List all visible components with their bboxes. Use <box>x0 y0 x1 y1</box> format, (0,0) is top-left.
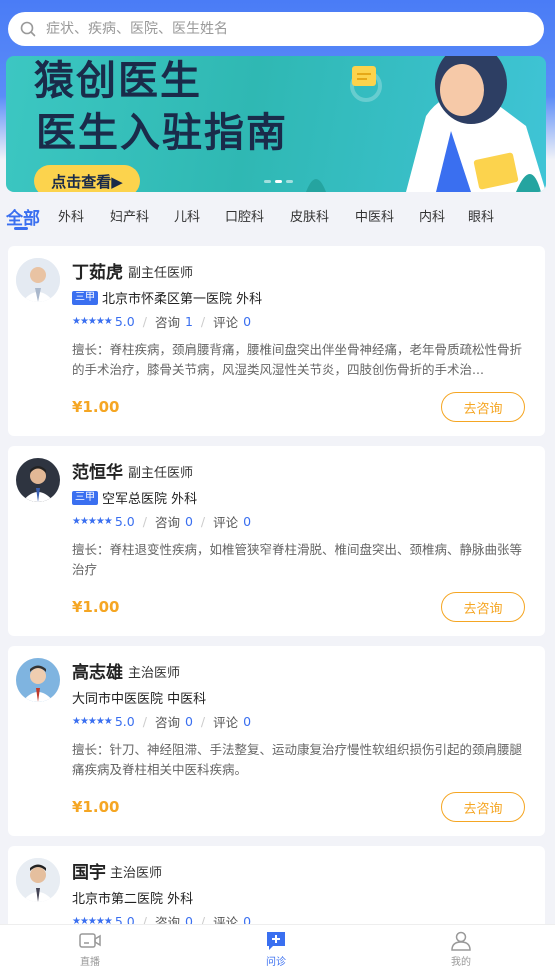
consult-button[interactable]: 去咨询 <box>441 392 525 422</box>
doctor-avatar <box>16 258 60 302</box>
search-input[interactable] <box>46 21 526 37</box>
doctor-avatar <box>16 458 60 502</box>
doctor-card[interactable]: 丁茹虎 副主任医师 三甲 北京市怀柔区第一医院 外科 ★★★★★ 5.0 / 咨… <box>8 246 545 436</box>
promo-banner[interactable]: 猿创医生 医生入驻指南 点击查看▶ <box>6 56 546 192</box>
hospital-line: 三甲 北京市怀柔区第一医院 外科 <box>72 288 262 307</box>
department-tabs: 全部 外科 妇产科 儿科 口腔科 皮肤科 中医科 内科 眼科 <box>0 200 555 236</box>
doctor-title: 副主任医师 <box>128 266 194 281</box>
tab-all[interactable]: 全部 <box>6 204 40 229</box>
review-count: 0 <box>243 714 252 729</box>
live-icon <box>79 933 101 948</box>
consult-label: 咨询 <box>154 715 180 730</box>
consult-button[interactable]: 去咨询 <box>441 592 525 622</box>
grade-badge: 三甲 <box>72 490 98 505</box>
star-rating-icon: ★★★★★ <box>72 716 113 727</box>
stats-line: ★★★★★ 5.0 / 咨询 1 / 评论 0 <box>72 314 252 330</box>
doctor-specialty: 擅长：针刀、神经阻滞、手法整复、运动康复治疗慢性软组织损伤引起的颈肩腰腿痛疾病及… <box>72 742 523 777</box>
tabbar-consult[interactable]: 问诊 <box>246 931 306 968</box>
tabbar-live-label: 直播 <box>80 957 100 968</box>
doctor-specialty: 擅长：脊柱疾病，颈肩腰背痛，腰椎间盘突出伴坐骨神经痛，老年骨质疏松性骨折的手术治… <box>72 342 523 377</box>
star-rating-icon: ★★★★★ <box>72 516 113 527</box>
banner-title-line1: 猿创医生 <box>34 58 202 104</box>
star-rating-icon: ★★★★★ <box>72 316 113 327</box>
tab-surgery[interactable]: 外科 <box>58 206 84 225</box>
rating-value: 5.0 <box>114 314 135 329</box>
stats-line: ★★★★★ 5.0 / 咨询 0 / 评论 0 <box>72 514 252 530</box>
doctor-card[interactable]: 范恒华 副主任医师 三甲 空军总医院 外科 ★★★★★ 5.0 / 咨询 0 /… <box>8 446 545 636</box>
search-icon <box>20 21 36 37</box>
review-label: 评论 <box>213 515 239 530</box>
consult-price: ¥1.00 <box>72 798 120 816</box>
hospital-line: 三甲 空军总医院 外科 <box>72 488 197 507</box>
department-name: 中医科 <box>167 692 207 707</box>
consult-label: 咨询 <box>154 515 180 530</box>
doctor-card[interactable]: 高志雄 主治医师 大同市中医医院 中医科 ★★★★★ 5.0 / 咨询 0 / … <box>8 646 545 836</box>
department-name: 外科 <box>167 892 194 907</box>
hospital-line: 北京市第二医院 外科 <box>72 888 193 907</box>
consult-count: 0 <box>184 514 193 529</box>
review-count: 0 <box>243 314 252 329</box>
tab-internal[interactable]: 内科 <box>419 206 445 225</box>
hospital-name: 北京市第二医院 <box>72 892 164 907</box>
doctor-avatar <box>16 858 60 902</box>
rating-value: 5.0 <box>114 714 135 729</box>
tabbar-profile[interactable]: 我的 <box>431 931 491 968</box>
doctor-specialty: 擅长：脊柱退变性疾病，如椎管狭窄脊柱滑脱、椎间盘突出、颈椎病、静脉曲张等治疗 <box>72 542 523 577</box>
department-name: 外科 <box>171 492 198 507</box>
active-tab-indicator <box>14 227 28 230</box>
tab-dermatology[interactable]: 皮肤科 <box>290 206 329 225</box>
doctor-name: 高志雄 <box>72 663 123 683</box>
profile-icon <box>451 931 471 951</box>
stats-line: ★★★★★ 5.0 / 咨询 0 / 评论 0 <box>72 714 252 730</box>
consult-label: 咨询 <box>154 315 180 330</box>
banner-pagination <box>264 180 293 183</box>
tab-ophthalmology[interactable]: 眼科 <box>468 206 494 225</box>
review-label: 评论 <box>213 315 239 330</box>
review-label: 评论 <box>213 715 239 730</box>
banner-cta-button[interactable]: 点击查看▶ <box>34 165 140 192</box>
consult-price: ¥1.00 <box>72 598 120 616</box>
doctor-name: 丁茹虎 <box>72 263 123 283</box>
banner-title-line2: 医生入驻指南 <box>36 110 288 156</box>
search-bar[interactable] <box>8 12 544 46</box>
rating-value: 5.0 <box>114 514 135 529</box>
review-count: 0 <box>243 514 252 529</box>
doctor-title: 主治医师 <box>110 866 163 881</box>
consult-count: 0 <box>184 714 193 729</box>
consult-button[interactable]: 去咨询 <box>441 792 525 822</box>
tab-tcm[interactable]: 中医科 <box>355 206 394 225</box>
hospital-name: 空军总医院 <box>102 492 168 507</box>
consult-icon <box>267 932 285 950</box>
doctor-title: 主治医师 <box>128 666 181 681</box>
hospital-name: 北京市怀柔区第一医院 <box>102 292 233 307</box>
tabbar-consult-label: 问诊 <box>266 957 286 968</box>
doctor-name: 范恒华 <box>72 463 123 483</box>
consult-price: ¥1.00 <box>72 398 120 416</box>
doctor-name: 国宇 <box>72 863 106 883</box>
hospital-line: 大同市中医医院 中医科 <box>72 688 206 707</box>
tab-obstetrics[interactable]: 妇产科 <box>110 206 149 225</box>
grade-badge: 三甲 <box>72 290 98 305</box>
tab-pediatrics[interactable]: 儿科 <box>174 206 200 225</box>
doctor-illustration <box>306 56 546 192</box>
bottom-tab-bar: 直播 问诊 我的 <box>0 924 555 969</box>
doctor-card[interactable]: 国宇 主治医师 北京市第二医院 外科 ★★★★★ 5.0 / 咨询 0 / 评论… <box>8 846 545 930</box>
tabbar-live[interactable]: 直播 <box>60 931 120 968</box>
tab-dentistry[interactable]: 口腔科 <box>225 206 264 225</box>
doctor-avatar <box>16 658 60 702</box>
department-name: 外科 <box>236 292 263 307</box>
doctor-title: 副主任医师 <box>128 466 194 481</box>
consult-count: 1 <box>184 314 193 329</box>
tabbar-profile-label: 我的 <box>451 957 471 968</box>
hospital-name: 大同市中医医院 <box>72 692 164 707</box>
